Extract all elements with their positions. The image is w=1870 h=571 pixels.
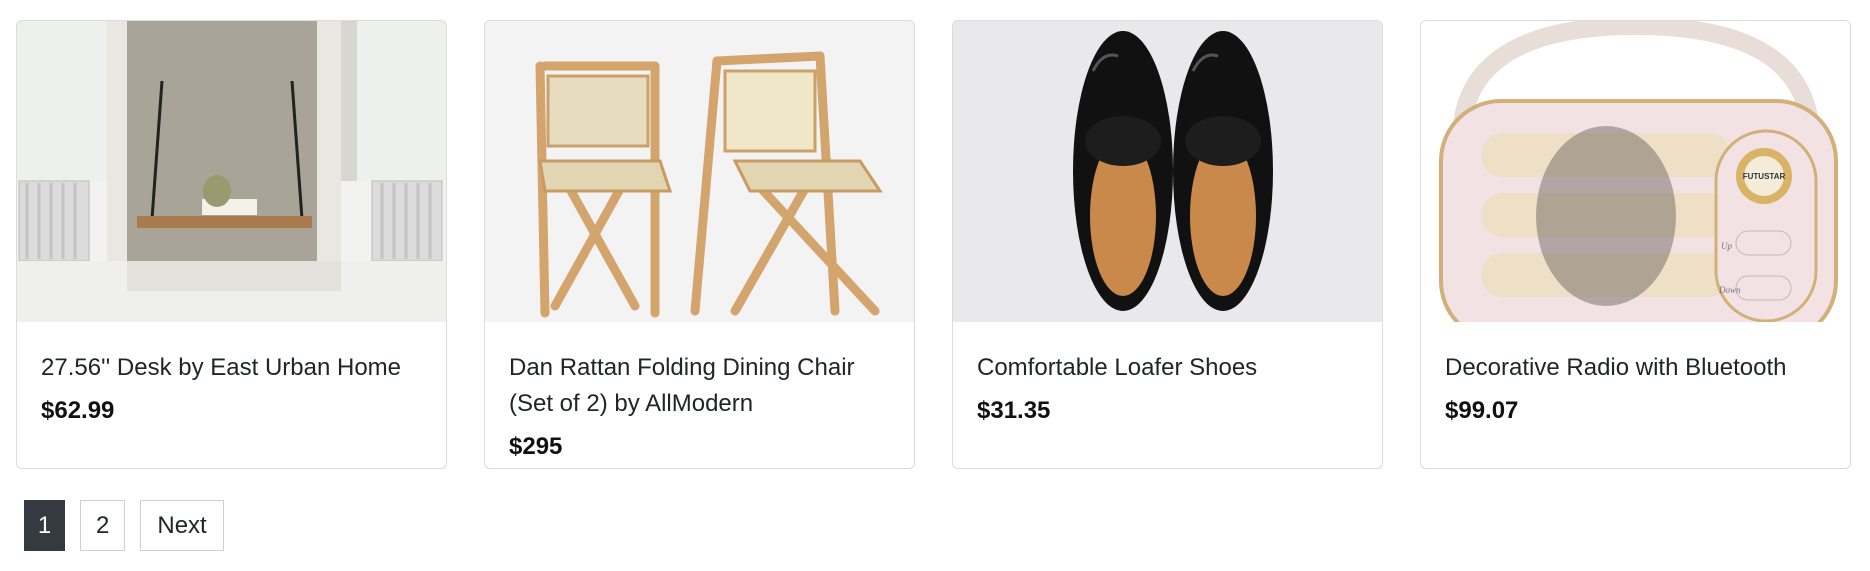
product-title[interactable]: Comfortable Loafer Shoes: [977, 350, 1358, 386]
radio-up-label: Up: [1721, 241, 1732, 251]
product-title[interactable]: Decorative Radio with Bluetooth: [1445, 350, 1826, 386]
next-page-button[interactable]: Next: [140, 500, 224, 551]
wall-desk-image[interactable]: [17, 21, 446, 322]
product-price: $295: [509, 433, 563, 460]
pagination: 1 2 Next: [24, 500, 224, 551]
product-price: $31.35: [977, 397, 1051, 424]
rattan-chairs-image[interactable]: [485, 21, 914, 322]
product-price: $62.99: [41, 397, 115, 424]
page-button-2[interactable]: 2: [80, 500, 126, 551]
radio-brand-label: FUTUSTAR: [1743, 172, 1786, 181]
product-card[interactable]: Comfortable Loafer Shoes $31.35: [952, 20, 1383, 469]
loafer-shoes-image[interactable]: [953, 21, 1382, 322]
product-card[interactable]: FUTUSTAR Up Down Decorative Radio with B…: [1420, 20, 1851, 469]
page-button-1[interactable]: 1: [24, 500, 65, 551]
product-card[interactable]: Dan Rattan Folding Dining Chair (Set of …: [484, 20, 915, 469]
product-grid: 27.56'' Desk by East Urban Home $62.99 D…: [16, 20, 1854, 469]
radio-down-label: Down: [1718, 285, 1741, 295]
pink-radio-image[interactable]: FUTUSTAR Up Down: [1421, 21, 1850, 322]
product-title[interactable]: 27.56'' Desk by East Urban Home: [41, 350, 422, 386]
product-price: $99.07: [1445, 397, 1519, 424]
product-title[interactable]: Dan Rattan Folding Dining Chair (Set of …: [509, 350, 890, 422]
product-card[interactable]: 27.56'' Desk by East Urban Home $62.99: [16, 20, 447, 469]
